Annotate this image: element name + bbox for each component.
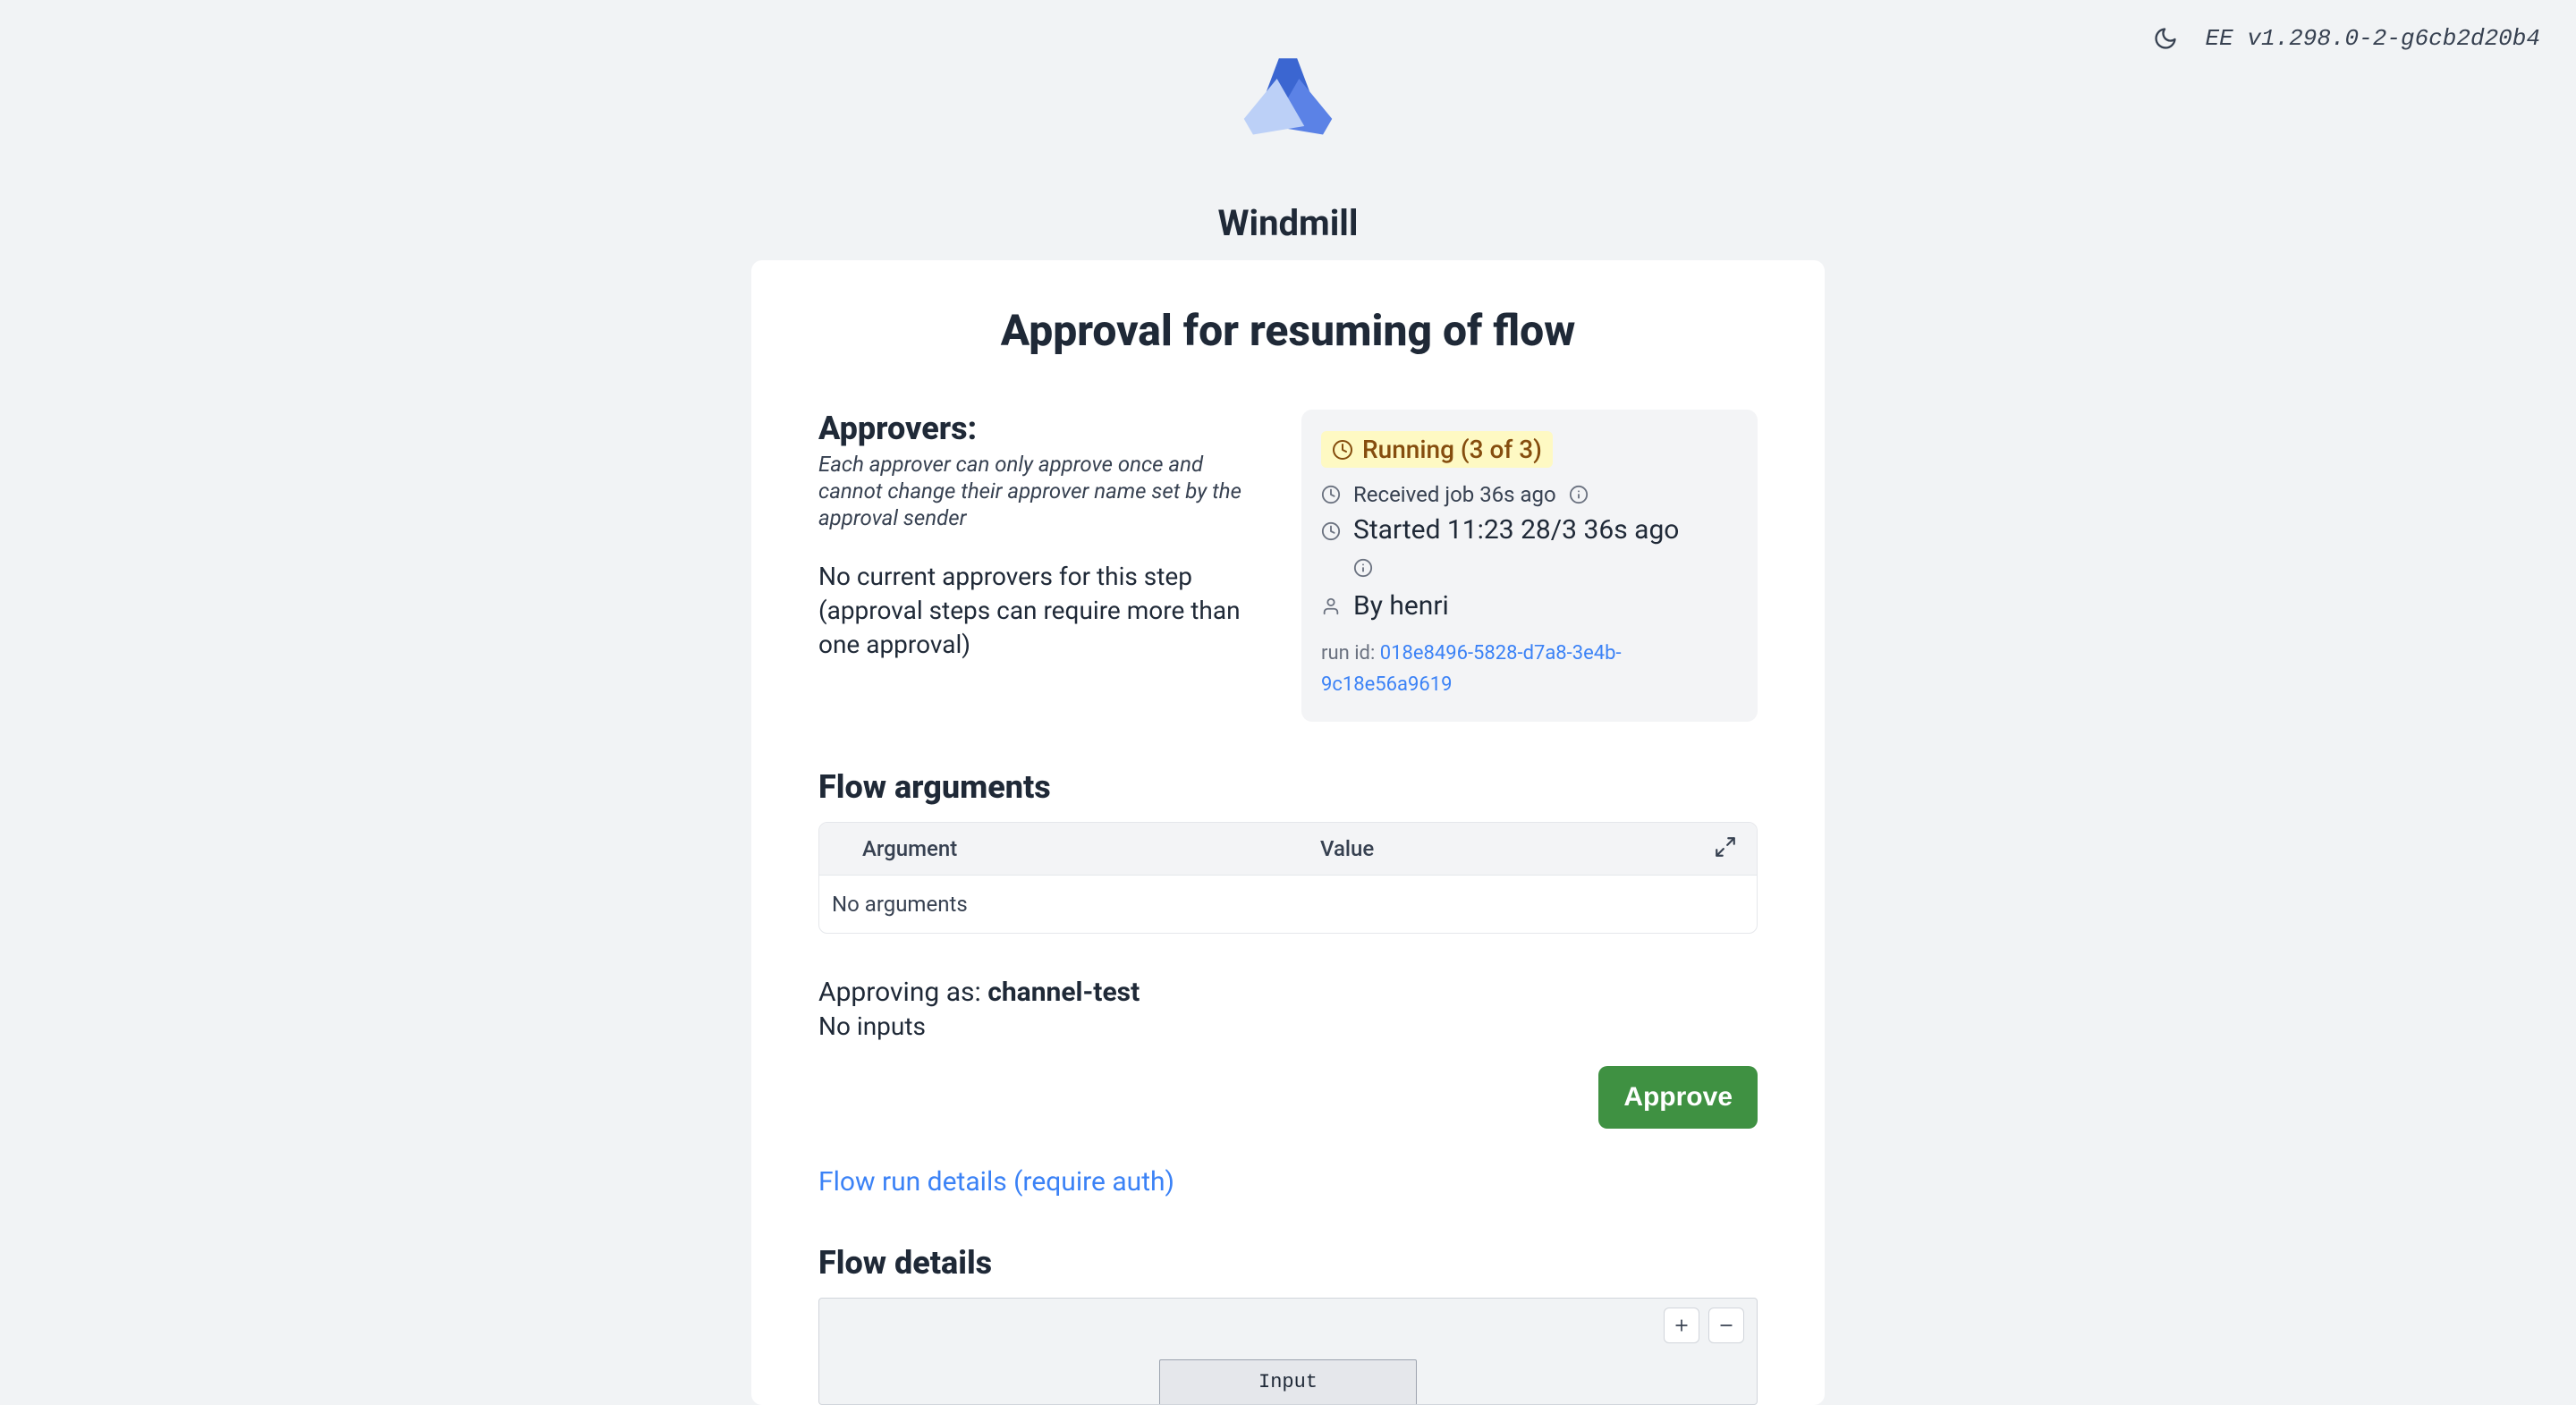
clock-icon bbox=[1332, 439, 1353, 461]
page-title: Approval for resuming of flow bbox=[818, 305, 1758, 356]
approving-as-prefix: Approving as: bbox=[818, 977, 987, 1008]
col-value: Value bbox=[1320, 836, 1694, 861]
no-approvers-text: No current approvers for this step (appr… bbox=[818, 560, 1258, 661]
brand-block: Windmill bbox=[1208, 34, 1368, 244]
col-argument: Argument bbox=[819, 836, 1320, 861]
maximize-icon bbox=[1714, 835, 1737, 859]
received-line: Received job 36s ago bbox=[1321, 482, 1738, 507]
clock-icon bbox=[1321, 485, 1341, 504]
status-badge-text: Running (3 of 3) bbox=[1362, 435, 1542, 464]
run-id-row: run id: 018e8496-5828-d7a8-3e4b-9c18e56a… bbox=[1321, 638, 1738, 700]
clock-icon bbox=[1321, 521, 1341, 541]
by-user: henri bbox=[1389, 590, 1448, 622]
approvers-hint: Each approver can only approve once and … bbox=[818, 451, 1258, 531]
received-text: Received job 36s ago bbox=[1353, 482, 1556, 507]
approval-card: Approval for resuming of flow Approvers:… bbox=[751, 260, 1825, 1405]
by-prefix: By bbox=[1353, 590, 1389, 622]
zoom-out-button[interactable] bbox=[1708, 1308, 1744, 1343]
no-inputs-text: No inputs bbox=[818, 1011, 1758, 1041]
theme-toggle-button[interactable] bbox=[2152, 25, 2179, 52]
info-icon[interactable] bbox=[1569, 485, 1589, 504]
flow-arguments-heading: Flow arguments bbox=[818, 768, 1758, 806]
user-icon bbox=[1321, 597, 1341, 616]
started-line: Started 11:23 28/3 36s ago bbox=[1321, 514, 1738, 578]
expand-button[interactable] bbox=[1694, 835, 1757, 862]
flow-arguments-table: Argument Value No arguments bbox=[818, 822, 1758, 934]
moon-icon bbox=[2153, 26, 2178, 51]
flow-graph[interactable]: Input bbox=[818, 1298, 1758, 1405]
minus-icon bbox=[1717, 1316, 1735, 1334]
status-badge: Running (3 of 3) bbox=[1321, 431, 1553, 468]
flow-details-heading: Flow details bbox=[818, 1244, 1758, 1282]
approvers-heading: Approvers: bbox=[818, 410, 1258, 447]
no-arguments-text: No arguments bbox=[819, 876, 1757, 933]
windmill-logo-icon bbox=[1208, 34, 1368, 186]
by-line: By henri bbox=[1321, 590, 1738, 622]
flow-input-node[interactable]: Input bbox=[1159, 1359, 1417, 1404]
table-header: Argument Value bbox=[819, 823, 1757, 876]
info-icon[interactable] bbox=[1353, 558, 1373, 578]
zoom-in-button[interactable] bbox=[1664, 1308, 1699, 1343]
plus-icon bbox=[1673, 1316, 1690, 1334]
flow-run-details-link[interactable]: Flow run details (require auth) bbox=[818, 1166, 1174, 1198]
run-id-label: run id: bbox=[1321, 642, 1380, 664]
approving-as: Approving as: channel-test bbox=[818, 977, 1758, 1008]
brand-name: Windmill bbox=[1218, 202, 1359, 244]
version-text: EE v1.298.0-2-g6cb2d20b4 bbox=[2206, 25, 2540, 52]
approve-button[interactable]: Approve bbox=[1598, 1066, 1758, 1129]
started-text: Started 11:23 28/3 36s ago bbox=[1353, 514, 1679, 546]
status-panel: Running (3 of 3) Received job 36s ago St… bbox=[1301, 410, 1758, 722]
approving-as-name: channel-test bbox=[987, 977, 1140, 1008]
